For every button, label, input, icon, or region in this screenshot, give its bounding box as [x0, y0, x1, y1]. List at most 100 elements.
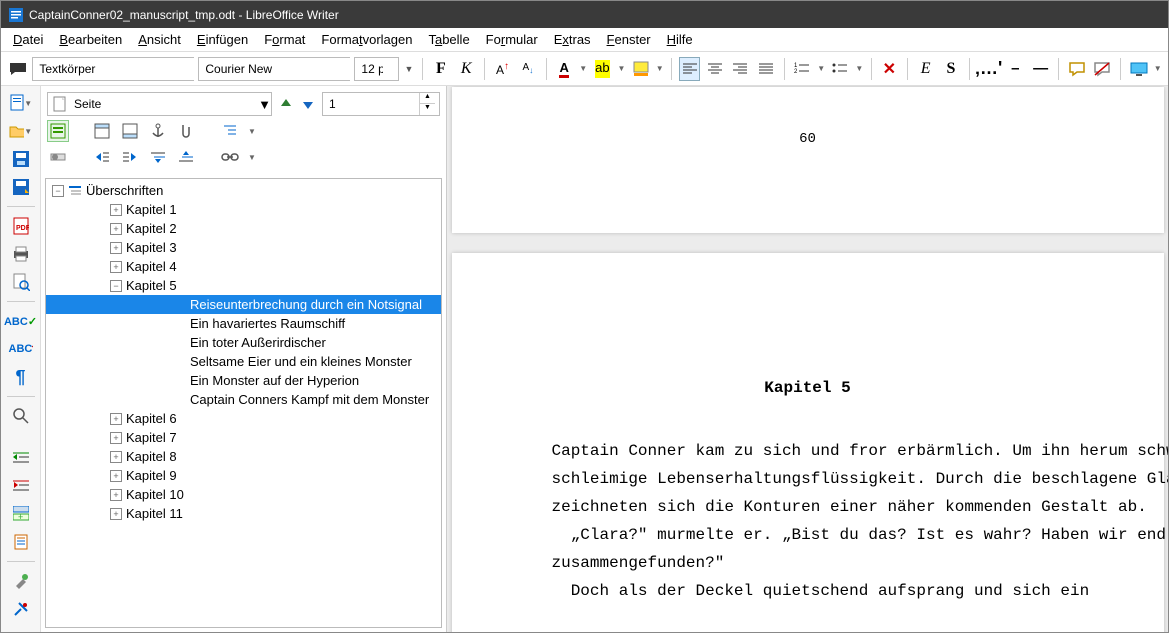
- nav-demote-icon[interactable]: [119, 146, 141, 168]
- comment-icon[interactable]: [7, 57, 28, 81]
- settings-icon[interactable]: [9, 598, 33, 620]
- nav-scope-combo[interactable]: Seite ▼: [47, 92, 272, 116]
- font-name-input[interactable]: [199, 58, 366, 80]
- align-left-button[interactable]: [679, 57, 700, 81]
- menu-format[interactable]: Format: [258, 30, 311, 49]
- nav-footer-icon[interactable]: [119, 120, 141, 142]
- strong-button[interactable]: S: [940, 57, 961, 81]
- menu-formular[interactable]: Formular: [480, 30, 544, 49]
- indent-left-icon[interactable]: [9, 447, 33, 469]
- tree-subheading-selected[interactable]: Reiseunterbrechung durch ein Notsignal: [46, 295, 441, 314]
- tree-chapter[interactable]: +Kapitel 4: [46, 257, 441, 276]
- print-preview-icon[interactable]: [9, 271, 33, 293]
- tree-subheading[interactable]: Ein Monster auf der Hyperion: [46, 371, 441, 390]
- tree-subheading[interactable]: Ein toter Außerirdischer: [46, 333, 441, 352]
- nav-anchor-icon[interactable]: [147, 120, 169, 142]
- tree-chapter[interactable]: +Kapitel 10: [46, 485, 441, 504]
- paragraph-style-combo[interactable]: ▼: [32, 57, 194, 81]
- tree-subheading[interactable]: Ein havariertes Raumschiff: [46, 314, 441, 333]
- expand-icon[interactable]: +: [110, 204, 122, 216]
- italic-button[interactable]: K: [456, 57, 477, 81]
- chevron-down-icon[interactable]: ▼: [1153, 64, 1162, 73]
- delete-button[interactable]: ✕: [879, 57, 900, 81]
- spinner-down-icon[interactable]: ▼: [420, 104, 435, 115]
- expand-icon[interactable]: +: [110, 470, 122, 482]
- font-shrink-button[interactable]: A↓: [517, 57, 538, 81]
- nav-indent-icon[interactable]: [219, 120, 241, 142]
- body-paragraph[interactable]: Captain Conner kam zu sich und fror erbä…: [532, 437, 1169, 521]
- em-dash-button[interactable]: —: [1030, 57, 1051, 81]
- collapse-icon[interactable]: −: [110, 280, 122, 292]
- nav-promote-icon[interactable]: [91, 146, 113, 168]
- font-grow-button[interactable]: A↑: [492, 57, 513, 81]
- nav-next-button[interactable]: [300, 96, 316, 112]
- new-doc-icon[interactable]: ▼: [9, 92, 33, 114]
- expand-icon[interactable]: +: [110, 451, 122, 463]
- en-dash-button[interactable]: –: [1005, 57, 1026, 81]
- save-icon[interactable]: [9, 148, 33, 170]
- align-center-button[interactable]: [704, 57, 725, 81]
- menu-hilfe[interactable]: Hilfe: [661, 30, 699, 49]
- menu-fenster[interactable]: Fenster: [601, 30, 657, 49]
- tree-chapter[interactable]: +Kapitel 3: [46, 238, 441, 257]
- tree-chapter[interactable]: +Kapitel 8: [46, 447, 441, 466]
- tree-root-headings[interactable]: − Überschriften: [46, 181, 441, 200]
- font-color-button[interactable]: A: [553, 57, 574, 81]
- align-justify-button[interactable]: [755, 57, 776, 81]
- nav-page-spinner[interactable]: ▲ ▼: [322, 92, 440, 116]
- auto-spellcheck-icon[interactable]: ABC: [9, 338, 33, 360]
- chevron-down-icon[interactable]: ▼: [403, 57, 416, 81]
- chevron-down-icon[interactable]: ▼: [855, 64, 864, 73]
- font-size-input[interactable]: [355, 58, 389, 80]
- char-bg-color-button[interactable]: [630, 57, 651, 81]
- nav-clip-icon[interactable]: [175, 120, 197, 142]
- expand-icon[interactable]: +: [110, 432, 122, 444]
- speech-bubble-off-icon[interactable]: [1092, 57, 1113, 81]
- nav-content-view-icon[interactable]: [47, 120, 69, 142]
- add-row-icon[interactable]: +: [9, 503, 33, 525]
- highlight-color-button[interactable]: ab: [592, 57, 613, 81]
- menu-tabelle[interactable]: Tabelle: [422, 30, 475, 49]
- tree-chapter[interactable]: +Kapitel 2: [46, 219, 441, 238]
- spellcheck-icon[interactable]: ABC✓: [9, 310, 33, 332]
- expand-icon[interactable]: +: [110, 223, 122, 235]
- open-folder-icon[interactable]: ▼: [9, 120, 33, 142]
- export-pdf-icon[interactable]: PDF: [9, 215, 33, 237]
- zoom-icon[interactable]: [9, 405, 33, 427]
- menu-einfuegen[interactable]: Einfügen: [191, 30, 254, 49]
- screen-icon[interactable]: [1128, 57, 1149, 81]
- chevron-down-icon[interactable]: ▼: [247, 127, 257, 136]
- tree-chapter[interactable]: +Kapitel 7: [46, 428, 441, 447]
- expand-icon[interactable]: +: [110, 242, 122, 254]
- tree-chapter[interactable]: +Kapitel 1: [46, 200, 441, 219]
- nav-tree[interactable]: − Überschriften +Kapitel 1 +Kapitel 2 +K…: [45, 178, 442, 628]
- nav-page-input[interactable]: [323, 93, 419, 115]
- paragraph-style-input[interactable]: [33, 58, 200, 80]
- menu-extras[interactable]: Extras: [548, 30, 597, 49]
- expand-icon[interactable]: +: [110, 413, 122, 425]
- align-right-button[interactable]: [730, 57, 751, 81]
- numbered-list-button[interactable]: 12: [791, 57, 812, 81]
- menu-ansicht[interactable]: Ansicht: [132, 30, 187, 49]
- expand-icon[interactable]: +: [110, 489, 122, 501]
- tree-subheading[interactable]: Captain Conners Kampf mit dem Monster: [46, 390, 441, 409]
- spinner-up-icon[interactable]: ▲: [420, 93, 435, 104]
- expand-icon[interactable]: +: [110, 261, 122, 273]
- nav-move-down-icon[interactable]: [175, 146, 197, 168]
- chevron-down-icon[interactable]: ▼: [817, 64, 826, 73]
- ellipsis-button[interactable]: ‚…': [977, 57, 1001, 81]
- expand-icon[interactable]: +: [110, 508, 122, 520]
- nav-link-icon[interactable]: [219, 146, 241, 168]
- pilcrow-icon[interactable]: ¶: [9, 366, 33, 388]
- chevron-down-icon[interactable]: ▼: [579, 64, 588, 73]
- chevron-down-icon[interactable]: ▼: [655, 64, 664, 73]
- emphasis-button[interactable]: E: [915, 57, 936, 81]
- bullet-list-button[interactable]: [830, 57, 851, 81]
- tree-chapter[interactable]: +Kapitel 11: [46, 504, 441, 523]
- chevron-down-icon[interactable]: ▼: [258, 97, 271, 112]
- tree-subheading[interactable]: Seltsame Eier und ein kleines Monster: [46, 352, 441, 371]
- body-paragraph[interactable]: „Clara?" murmelte er. „Bist du das? Ist …: [532, 521, 1169, 577]
- print-icon[interactable]: [9, 243, 33, 265]
- document-outline-icon[interactable]: [9, 531, 33, 553]
- nav-move-up-icon[interactable]: [147, 146, 169, 168]
